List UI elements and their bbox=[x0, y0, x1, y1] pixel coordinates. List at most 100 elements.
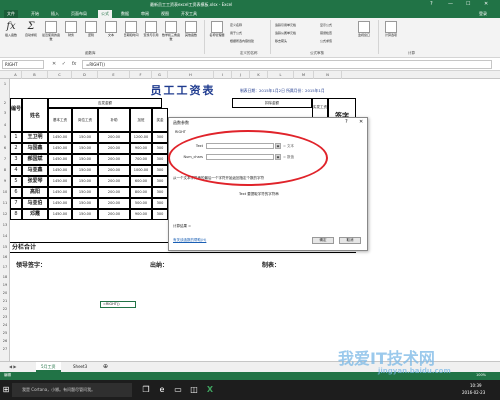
table-cell-overtime[interactable]: 800.00 bbox=[130, 187, 152, 198]
insert-function-button[interactable]: fx 插入函数 bbox=[2, 21, 20, 38]
table-cell-id[interactable]: 5 bbox=[10, 176, 22, 187]
row-header[interactable]: 18 bbox=[0, 275, 10, 279]
row-header[interactable]: 27 bbox=[0, 347, 10, 351]
column-header[interactable]: I bbox=[214, 71, 232, 79]
column-header[interactable]: B bbox=[22, 71, 48, 79]
table-cell-base[interactable]: 1450.00 bbox=[48, 132, 72, 143]
ok-button[interactable]: 确定 bbox=[312, 237, 334, 244]
row-header[interactable]: 14 bbox=[0, 234, 10, 238]
task-view-icon[interactable]: ❐ bbox=[140, 384, 152, 396]
evaluate-formula-button[interactable]: 公式求值 bbox=[320, 39, 332, 43]
row-header[interactable]: 11 bbox=[0, 201, 10, 205]
table-cell-award[interactable]: 300 bbox=[152, 187, 168, 198]
row-header[interactable]: 17 bbox=[0, 265, 10, 269]
table-cell-award[interactable]: 300 bbox=[152, 143, 168, 154]
tab-file[interactable]: 文件 bbox=[4, 10, 18, 18]
trace-precedents-button[interactable]: 追踪引用单元格 bbox=[275, 23, 296, 27]
row-header[interactable]: 8 bbox=[0, 168, 10, 172]
financial-button[interactable]: 财务 bbox=[62, 21, 80, 38]
cortana-search[interactable]: 我是 Cortana，小娜。有问题尽管问我。 bbox=[12, 383, 132, 397]
error-checking-button[interactable]: 错误检查 bbox=[320, 31, 332, 35]
lookup-button[interactable]: 查找与引用 bbox=[142, 21, 160, 38]
row-header[interactable]: 6 bbox=[0, 146, 10, 150]
table-cell-base[interactable]: 1450.00 bbox=[48, 209, 72, 220]
table-cell-overtime[interactable]: 500.00 bbox=[130, 198, 152, 209]
add-sheet-icon[interactable]: ⊕ bbox=[98, 362, 113, 372]
table-cell-post[interactable]: 150.00 bbox=[72, 154, 98, 165]
close-icon[interactable]: ✕ bbox=[359, 119, 363, 125]
table-cell-name[interactable]: 高阳 bbox=[22, 187, 48, 198]
row-header[interactable]: 9 bbox=[0, 179, 10, 183]
row-header[interactable]: 4 bbox=[0, 123, 10, 127]
close-button[interactable]: ✕ bbox=[484, 1, 488, 7]
table-cell-overtime[interactable]: 700.00 bbox=[130, 154, 152, 165]
active-cell[interactable]: =RIGHT() bbox=[100, 301, 136, 308]
remove-arrows-button[interactable]: 移去箭头 bbox=[275, 39, 287, 43]
row-header[interactable]: 2 bbox=[0, 101, 10, 105]
table-cell-bonus[interactable]: 200.00 bbox=[98, 132, 130, 143]
windows-start-icon[interactable]: ⊞ bbox=[0, 384, 12, 396]
row-header[interactable]: 22 bbox=[0, 307, 10, 311]
row-header[interactable]: 1 bbox=[0, 82, 10, 86]
sign-in-link[interactable]: 登录 bbox=[476, 10, 490, 18]
row-header[interactable]: 25 bbox=[0, 331, 10, 335]
tab-formulas[interactable]: 公式 bbox=[98, 10, 112, 18]
recent-functions-button[interactable]: 最近使用的函数 bbox=[42, 21, 60, 41]
table-cell-id[interactable]: 2 bbox=[10, 143, 22, 154]
table-cell-award[interactable]: 300 bbox=[152, 209, 168, 220]
table-cell-overtime[interactable]: 1200.00 bbox=[130, 132, 152, 143]
column-header[interactable]: H bbox=[168, 71, 214, 79]
create-from-selection-button[interactable]: 根据所选内容创建 bbox=[230, 39, 254, 43]
name-manager-button[interactable]: 名称管理器 bbox=[208, 21, 226, 38]
help-icon[interactable]: ? bbox=[345, 119, 348, 125]
table-cell-award[interactable]: 300 bbox=[152, 176, 168, 187]
column-header[interactable]: F bbox=[130, 71, 152, 79]
table-cell-award[interactable]: 300 bbox=[152, 132, 168, 143]
column-header[interactable]: C bbox=[48, 71, 72, 79]
table-cell-base[interactable]: 1450.00 bbox=[48, 154, 72, 165]
table-cell-id[interactable]: 3 bbox=[10, 154, 22, 165]
table-cell-overtime[interactable]: 900.00 bbox=[130, 143, 152, 154]
date-time-button[interactable]: 日期和时间 bbox=[122, 21, 140, 38]
tab-page-layout[interactable]: 页面布局 bbox=[68, 10, 90, 18]
edge-icon[interactable]: e bbox=[156, 384, 168, 396]
watch-window-button[interactable]: 监视窗口 bbox=[355, 21, 373, 38]
table-cell-bonus[interactable]: 200.00 bbox=[98, 154, 130, 165]
column-header[interactable]: N bbox=[314, 71, 342, 79]
text-button[interactable]: 文本 bbox=[102, 21, 120, 38]
sheet-tab-sheet3[interactable]: Sheet3 bbox=[68, 362, 92, 372]
table-cell-base[interactable]: 1450.00 bbox=[48, 176, 72, 187]
table-cell-post[interactable]: 150.00 bbox=[72, 198, 98, 209]
column-header[interactable]: E bbox=[98, 71, 130, 79]
excel-icon[interactable]: X bbox=[204, 384, 216, 396]
cancel-button[interactable]: 取消 bbox=[339, 237, 361, 244]
row-header[interactable]: 19 bbox=[0, 283, 10, 287]
table-cell-post[interactable]: 150.00 bbox=[72, 143, 98, 154]
row-header[interactable]: 15 bbox=[0, 245, 10, 249]
minimize-button[interactable]: — bbox=[448, 1, 453, 7]
row-header[interactable]: 26 bbox=[0, 339, 10, 343]
trace-dependents-button[interactable]: 追踪从属单元格 bbox=[275, 31, 296, 35]
fx-icon[interactable]: fx bbox=[72, 61, 77, 67]
table-cell-id[interactable]: 4 bbox=[10, 165, 22, 176]
folder-icon[interactable]: ▭ bbox=[172, 384, 184, 396]
help-icon[interactable]: ? bbox=[430, 1, 433, 7]
row-header[interactable]: 23 bbox=[0, 315, 10, 319]
tab-data[interactable]: 数据 bbox=[118, 10, 132, 18]
table-cell-bonus[interactable]: 200.00 bbox=[98, 143, 130, 154]
column-header[interactable]: L bbox=[268, 71, 294, 79]
table-cell-name[interactable]: 张爱琴 bbox=[22, 176, 48, 187]
table-cell-name[interactable]: 王卫明 bbox=[22, 132, 48, 143]
table-cell-post[interactable]: 150.00 bbox=[72, 165, 98, 176]
table-cell-base[interactable]: 1450.00 bbox=[48, 165, 72, 176]
maximize-button[interactable]: ☐ bbox=[466, 1, 470, 7]
table-cell-bonus[interactable]: 200.00 bbox=[98, 209, 130, 220]
table-cell-bonus[interactable]: 200.00 bbox=[98, 176, 130, 187]
logical-button[interactable]: 逻辑 bbox=[82, 21, 100, 38]
row-header[interactable]: 5 bbox=[0, 135, 10, 139]
table-cell-id[interactable]: 8 bbox=[10, 209, 22, 220]
table-cell-post[interactable]: 150.00 bbox=[72, 176, 98, 187]
tab-review[interactable]: 审阅 bbox=[138, 10, 152, 18]
column-header[interactable]: K bbox=[250, 71, 268, 79]
table-cell-base[interactable]: 1450.00 bbox=[48, 198, 72, 209]
